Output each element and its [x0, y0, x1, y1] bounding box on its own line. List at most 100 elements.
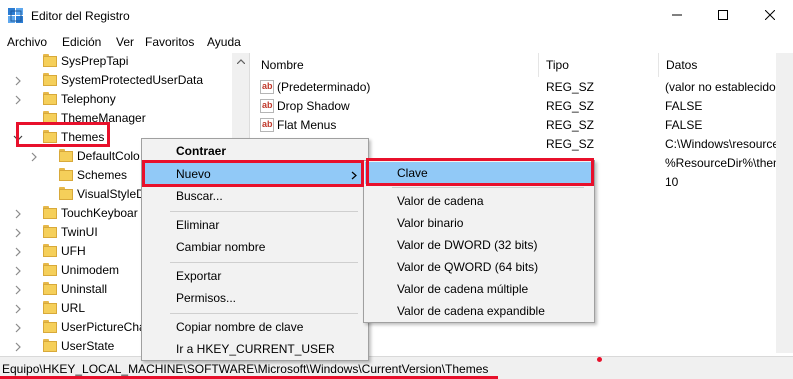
folder-icon	[43, 225, 57, 238]
menu-item-label: Exportar	[176, 268, 222, 283]
chevron-right-icon[interactable]	[29, 151, 39, 162]
string-value-icon: ab	[260, 118, 274, 132]
chevron-right-icon[interactable]	[13, 341, 23, 352]
folder-icon	[59, 168, 73, 181]
tree-item-thememanager[interactable]: ThemeManager	[0, 109, 232, 128]
menu-item-valor-de-cadena-expandible[interactable]: Valor de cadena expandible	[365, 300, 593, 322]
folder-icon	[43, 130, 57, 143]
tree-item-label: Unimodem	[61, 263, 120, 277]
menu-ayuda[interactable]: Ayuda	[207, 35, 241, 49]
chevron-right-icon[interactable]	[13, 246, 23, 257]
tree-item-label: SysPrepTapi	[61, 54, 129, 68]
folder-icon	[43, 244, 57, 257]
menu-item-label: Eliminar	[176, 217, 220, 232]
menu-edicion[interactable]: Edición	[62, 35, 101, 49]
chevron-right-icon[interactable]	[13, 75, 23, 86]
tree-item-label: URL	[61, 301, 86, 315]
tree-item-label: VisualStyleD	[77, 187, 145, 201]
tree-item-label: SystemProtectedUserData	[61, 73, 204, 87]
menu-item-label: Nuevo	[176, 166, 211, 181]
close-button[interactable]	[747, 0, 793, 32]
column-header-data[interactable]: Datos	[659, 53, 793, 77]
menu-separator	[170, 312, 358, 314]
menu-item-clave[interactable]: Clave	[365, 162, 593, 184]
chevron-right-icon[interactable]	[13, 94, 23, 105]
maximize-icon	[718, 9, 728, 23]
menu-item-cambiar-nombre[interactable]: Cambiar nombre	[143, 236, 367, 258]
list-row[interactable]: ab Flat Menus REG_SZ FALSE	[254, 116, 793, 135]
menu-item-valor-de-qword-64-bits[interactable]: Valor de QWORD (64 bits)	[365, 256, 593, 278]
menu-item-valor-de-cadena-multiple[interactable]: Valor de cadena múltiple	[365, 278, 593, 300]
menu-favoritos[interactable]: Favoritos	[145, 35, 194, 49]
menu-separator	[170, 210, 358, 212]
chevron-right-icon[interactable]	[13, 303, 23, 314]
menu-item-label: Valor binario	[397, 216, 464, 230]
minimize-button[interactable]	[654, 0, 700, 32]
menu-ver[interactable]: Ver	[116, 35, 134, 49]
folder-icon	[43, 282, 57, 295]
folder-icon	[43, 263, 57, 276]
menu-item-label: Valor de DWORD (32 bits)	[397, 238, 538, 252]
folder-icon	[43, 92, 57, 105]
tree-item-label: Telephony	[61, 92, 116, 106]
chevron-right-icon[interactable]	[13, 265, 23, 276]
registry-editor-icon	[8, 8, 24, 24]
list-row[interactable]: ab Drop Shadow REG_SZ FALSE	[254, 97, 793, 116]
menu-item-label: Valor de cadena múltiple	[397, 282, 529, 296]
chevron-right-icon[interactable]	[13, 227, 23, 238]
tree-item-label: Themes	[61, 130, 105, 144]
value-data: FALSE	[665, 118, 703, 132]
folder-icon	[43, 111, 57, 124]
minimize-icon	[672, 9, 682, 23]
menu-separator	[170, 261, 358, 263]
tree-item-syspreptapi[interactable]: SysPrepTapi	[0, 53, 232, 71]
chevron-right-icon[interactable]	[13, 284, 23, 295]
scroll-up-icon[interactable]	[232, 53, 249, 70]
menu-archivo[interactable]: Archivo	[7, 35, 47, 49]
menu-item-label: Ir a HKEY_CURRENT_USER	[176, 342, 335, 356]
menu-item-label: Permisos...	[176, 291, 237, 305]
context-menu: Contraer Nuevo Buscar... Eliminar Cambiar no…	[141, 138, 369, 361]
value-type: REG_SZ	[546, 99, 595, 113]
menu-bar: Archivo Edición Ver Favoritos Ayuda	[0, 32, 793, 52]
menu-item-ir-a-hkey-current-user[interactable]: Ir a HKEY_CURRENT_USER	[143, 338, 367, 360]
menu-item-valor-de-cadena[interactable]: Valor de cadena	[365, 190, 593, 212]
menu-item-buscar[interactable]: Buscar...	[143, 185, 367, 207]
tree-item-label: Schemes	[77, 168, 128, 182]
folder-icon	[43, 54, 57, 67]
maximize-button[interactable]	[700, 0, 746, 32]
tree-item-label: UserState	[61, 339, 115, 353]
menu-item-nuevo[interactable]: Nuevo	[143, 162, 367, 185]
menu-item-eliminar[interactable]: Eliminar	[143, 214, 367, 236]
tree-item-systemprotecteduserdata[interactable]: SystemProtectedUserData	[0, 71, 232, 90]
column-header-name[interactable]: Nombre	[254, 53, 539, 77]
menu-item-exportar[interactable]: Exportar	[143, 265, 367, 287]
chevron-right-icon[interactable]	[13, 208, 23, 219]
tree-item-label: ThemeManager	[61, 111, 146, 125]
menu-item-copiar-nombre-de-clave[interactable]: Copiar nombre de clave	[143, 316, 367, 338]
tree-item-telephony[interactable]: Telephony	[0, 90, 232, 109]
menu-item-permisos[interactable]: Permisos...	[143, 287, 367, 309]
list-scrollbar[interactable]	[776, 53, 793, 353]
menu-item-contraer[interactable]: Contraer	[143, 140, 367, 162]
value-data: (valor no establecido)	[665, 80, 780, 94]
column-header-type[interactable]: Tipo	[539, 53, 659, 77]
window-title: Editor del Registro	[31, 9, 130, 23]
tree-item-label: TwinUI	[61, 225, 98, 239]
folder-icon	[43, 301, 57, 314]
tree-item-label: TouchKeyboar	[61, 206, 138, 220]
menu-item-valor-binario[interactable]: Valor binario	[365, 212, 593, 234]
value-name: Flat Menus	[277, 118, 337, 132]
menu-item-valor-de-dword-32-bits[interactable]: Valor de DWORD (32 bits)	[365, 234, 593, 256]
tree-item-label: UFH	[61, 244, 86, 258]
chevron-down-icon[interactable]	[13, 132, 23, 142]
list-row[interactable]: ab (Predeterminado) REG_SZ (valor no establ…	[254, 78, 793, 97]
value-data: %ResourceDir%\themes	[665, 156, 793, 170]
menu-item-label: Buscar...	[176, 189, 223, 203]
folder-icon	[59, 149, 73, 162]
value-data: 10	[665, 175, 679, 189]
value-type: REG_SZ	[546, 118, 595, 132]
registry-path[interactable]: Equipo\HKEY_LOCAL_MACHINE\SOFTWARE\Micro…	[2, 362, 488, 376]
menu-separator	[392, 187, 584, 188]
chevron-right-icon[interactable]	[13, 322, 23, 333]
